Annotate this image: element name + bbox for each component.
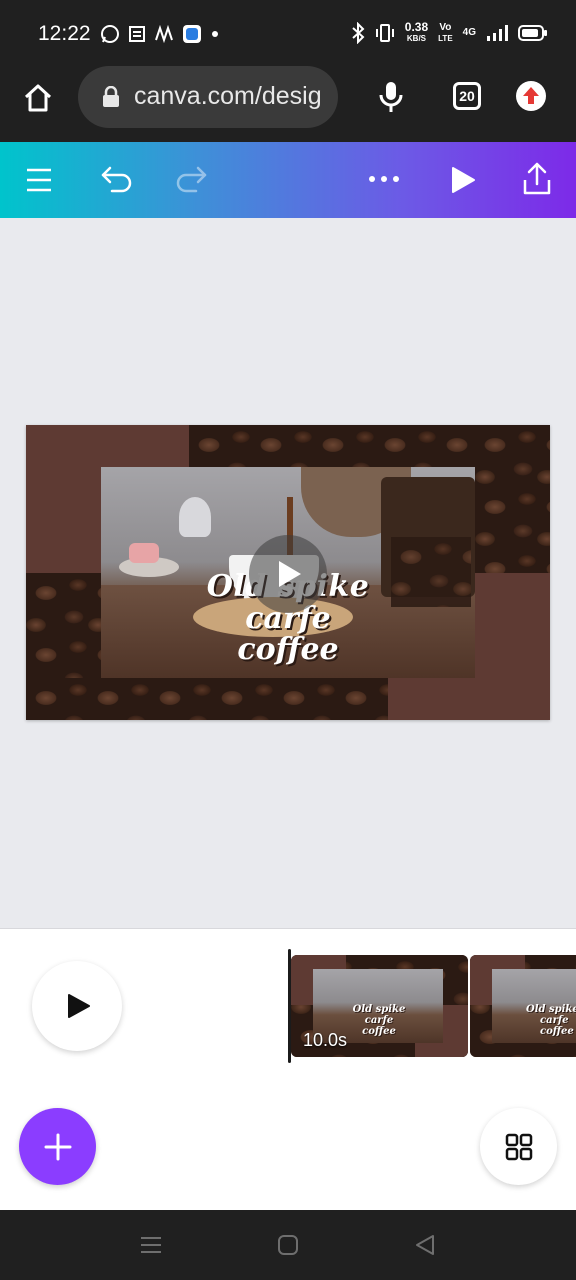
add-button[interactable] [19, 1108, 96, 1185]
coffee-beans-bottom [26, 678, 388, 720]
menu-icon[interactable] [26, 166, 52, 194]
design-title-line3[interactable]: coffee [26, 632, 550, 667]
signal-icon [487, 25, 508, 41]
browser-bar: canva.com/desig 20 [0, 66, 576, 142]
news-icon [129, 26, 145, 42]
home-nav-icon[interactable] [277, 1234, 299, 1256]
clip-duration: 10.0s [303, 1030, 348, 1050]
net-speed: 0.38 KB/S [404, 20, 429, 43]
network-type: 4G [462, 27, 476, 38]
timeline-clip[interactable]: Old spike carfe coffee 10.0s [291, 955, 468, 1057]
recents-icon[interactable] [140, 1235, 162, 1255]
back-icon[interactable] [414, 1234, 436, 1256]
status-time: 12:22 [38, 22, 91, 45]
clip-title-line1: Old spike [352, 1004, 406, 1015]
update-icon[interactable] [515, 80, 547, 112]
canvas-area: Old spike carfe coffee [0, 218, 576, 928]
clip-title-line2: carfe [364, 1015, 394, 1026]
clip-title-line2: carfe [540, 1015, 569, 1026]
bluetooth-icon [352, 22, 365, 44]
home-icon[interactable] [22, 82, 54, 114]
notification-icons [100, 24, 220, 44]
more-icon[interactable] [368, 174, 400, 184]
whatsapp-icon [101, 25, 119, 43]
vibrate-icon [375, 24, 394, 42]
tab-count-button[interactable]: 20 [453, 82, 481, 110]
redo-icon[interactable] [174, 164, 208, 194]
blue-app-icon [183, 25, 201, 43]
dot-icon [212, 31, 218, 37]
app-icon [155, 25, 173, 43]
clip-title-line1: Old spike [526, 1004, 576, 1015]
play-icon [68, 994, 90, 1018]
timeline-clip[interactable]: Old spike carfe coffee [470, 955, 576, 1057]
system-nav-bar [0, 1210, 576, 1280]
grid-icon [505, 1133, 533, 1161]
plus-icon [44, 1133, 72, 1161]
system-icons: 0.38 KB/S Vo LTE 4G [351, 20, 548, 44]
editor-toolbar [0, 142, 576, 218]
microphone-icon[interactable] [378, 80, 404, 114]
page-grid-button[interactable] [480, 1108, 557, 1185]
timeline-play-button[interactable] [32, 961, 122, 1051]
coffee-beans-right [475, 425, 550, 573]
url-bar[interactable]: canva.com/desig [78, 66, 338, 128]
play-icon [279, 561, 301, 587]
volte-indicator: Vo LTE [438, 21, 453, 43]
clip-title-line3: coffee [540, 1026, 574, 1037]
video-play-overlay[interactable] [249, 535, 327, 613]
timeline-panel: Old spike carfe coffee 10.0s Old spike c… [0, 928, 576, 1210]
status-bar: 12:22 0.38 KB/S Vo LTE 4G [0, 0, 576, 66]
design-page[interactable]: Old spike carfe coffee [26, 425, 550, 720]
url-text: canva.com/desig [134, 82, 322, 110]
play-icon[interactable] [450, 166, 476, 194]
share-icon[interactable] [522, 162, 552, 196]
lock-icon [103, 86, 119, 107]
battery-icon [518, 25, 547, 41]
undo-icon[interactable] [100, 164, 134, 194]
